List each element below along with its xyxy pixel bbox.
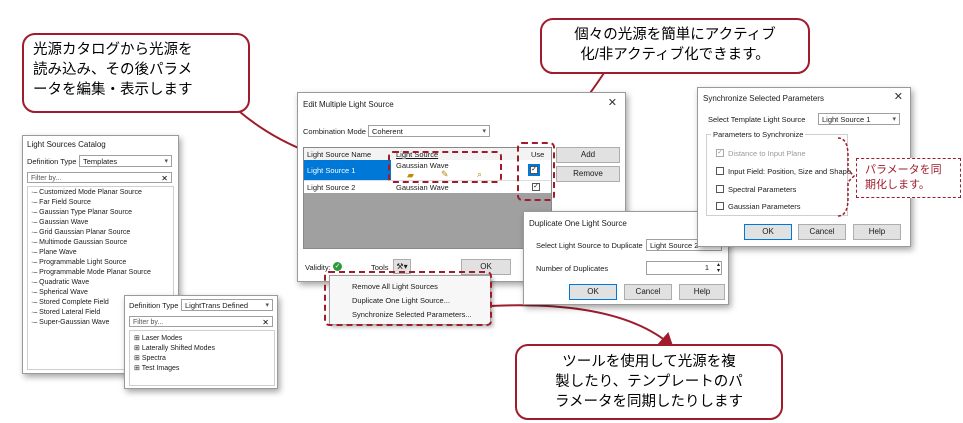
tree-item[interactable]: ·– Plane Wave [31, 249, 77, 256]
tree-folder[interactable]: ⊞ Laterally Shifted Modes [134, 344, 215, 352]
duplicate-number-label: Number of Duplicates [536, 264, 609, 273]
duplicate-select-label: Select Light Source to Duplicate [536, 241, 643, 250]
tree-item[interactable]: ·– Multimode Gaussian Source [31, 239, 127, 246]
add-button[interactable]: Add [556, 147, 620, 163]
col-name-header[interactable]: Light Source Name [307, 150, 371, 159]
param-checkbox[interactable] [716, 202, 724, 210]
tree-item[interactable]: ·– Stored Lateral Field [31, 309, 100, 316]
tree-item[interactable]: ·– Super-Gaussian Wave [31, 319, 109, 326]
callout-toggle-line2: 化/非アクティブ化できます。 [580, 47, 770, 63]
callout-catalog-line2: 読み込み、その後パラメ [33, 62, 193, 78]
callout-tools-line2: 製したり、テンプレートのパ [555, 374, 743, 390]
param-checkbox[interactable]: ✓ [716, 149, 724, 157]
tree-item[interactable]: ·– Quadratic Wave [31, 279, 89, 286]
param-label: Spectral Parameters [728, 185, 797, 194]
tree-item[interactable]: ·– Grid Gaussian Planar Source [31, 229, 130, 236]
duplicate-dialog-title: Duplicate One Light Source [529, 219, 627, 228]
close-icon[interactable]: ✕ [608, 96, 617, 109]
tree-folder[interactable]: ⊞ Spectra [134, 354, 166, 362]
duplicate-number-stepper[interactable]: 1 ▴ ▾ [646, 261, 722, 275]
row-name: Light Source 1 [307, 166, 356, 175]
tree-item[interactable]: ·– Gaussian Type Planar Source [31, 209, 132, 216]
tree-item[interactable]: ·– Gaussian Wave [31, 219, 88, 226]
catalog-def-type-label: Definition Type [27, 157, 77, 166]
arrow-tools [489, 304, 674, 348]
catalog2-def-type-label: Definition Type [129, 301, 179, 310]
remove-button[interactable]: Remove [556, 166, 620, 182]
close-icon[interactable]: ✕ [894, 90, 903, 103]
param-checkbox[interactable] [716, 185, 724, 193]
sync-help-button[interactable]: Help [853, 224, 901, 240]
clear-icon[interactable]: ✕ [161, 173, 168, 184]
tree-item[interactable]: ·– Spherical Wave [31, 289, 88, 296]
chevron-down-icon: ▾ [892, 116, 896, 123]
tree-folder[interactable]: ⊞ Test Images [134, 364, 179, 372]
chevron-down-icon: ▾ [265, 302, 269, 309]
highlight-source-tools [388, 151, 502, 183]
sync-template-combo[interactable]: Light Source 1 ▾ [818, 113, 900, 125]
clear-icon[interactable]: ✕ [262, 317, 269, 328]
highlight-use-column [517, 142, 555, 201]
sync-cancel-button[interactable]: Cancel [798, 224, 846, 240]
catalog2-def-type-value: LightTrans Defined [185, 301, 249, 310]
tree-item[interactable]: ·– Programmable Mode Planar Source [31, 269, 151, 276]
sync-group-box: Parameters to Synchronize ✓ Distance to … [706, 130, 851, 216]
sync-template-label: Select Template Light Source [708, 115, 806, 124]
catalog2-filter-input[interactable]: Filter by... ✕ [129, 316, 273, 327]
callout-sync-line2: 期化します。 [865, 179, 930, 191]
sync-bracket [837, 137, 856, 217]
combination-mode-combo[interactable]: Coherent ▾ [368, 125, 490, 137]
duplicate-select-value: Light Source 2 [650, 241, 699, 250]
callout-catalog-line1: 光源カタログから光源を [33, 42, 193, 58]
duplicate-help-button[interactable]: Help [679, 284, 725, 300]
catalog2-tree: ⊞ Laser Modes ⊞ Laterally Shifted Modes … [129, 330, 275, 386]
catalog2-window: Definition Type LightTrans Defined ▾ Fil… [124, 295, 278, 389]
tree-item[interactable]: ·– Programmable Light Source [31, 259, 126, 266]
combination-mode-value: Coherent [372, 127, 403, 136]
callout-tools-line3: ラメータを同期したりします [554, 394, 744, 410]
highlight-tools-menu [324, 271, 492, 326]
duplicate-ok-button[interactable]: OK [569, 284, 617, 300]
catalog-filter-input[interactable]: Filter by... ✕ [27, 172, 172, 183]
combination-mode-label: Combination Mode [303, 127, 366, 136]
sync-dialog-title: Synchronize Selected Parameters [703, 94, 824, 103]
param-checkbox[interactable] [716, 167, 724, 175]
callout-toggle-line1: 個々の光源を簡単にアクティブ [574, 27, 776, 43]
edit-dialog-title: Edit Multiple Light Source [303, 100, 394, 109]
param-label: Distance to Input Plane [728, 149, 806, 158]
param-label: Input Field: Position, Size and Shape [728, 167, 851, 176]
catalog2-filter-placeholder: Filter by... [133, 319, 164, 326]
callout-sync-note: パラメータを同 期化します。 [856, 158, 961, 198]
chevron-down-icon: ▾ [164, 158, 168, 165]
param-label: Gaussian Parameters [728, 202, 801, 211]
tree-item[interactable]: ·– Customized Mode Planar Source [31, 189, 142, 196]
callout-catalog-line3: ータを編集・表示します [33, 82, 193, 98]
duplicate-number-value: 1 [704, 263, 709, 272]
spin-arrows-icon[interactable]: ▴ ▾ [717, 262, 720, 274]
callout-tools: ツールを使用して光源を複 製したり、テンプレートのパ ラメータを同期したりします [515, 344, 783, 420]
chevron-down-icon: ▾ [482, 128, 486, 135]
catalog-title: Light Sources Catalog [27, 140, 106, 149]
catalog2-def-type-combo[interactable]: LightTrans Defined ▾ [181, 299, 273, 311]
sync-ok-button[interactable]: OK [744, 224, 792, 240]
callout-tools-line1: ツールを使用して光源を複 [562, 354, 736, 370]
callout-toggle: 個々の光源を簡単にアクティブ 化/非アクティブ化できます。 [540, 18, 810, 74]
catalog-filter-placeholder: Filter by... [31, 175, 62, 182]
callout-catalog: 光源カタログから光源を 読み込み、その後パラメ ータを編集・表示します [22, 33, 250, 113]
tree-item[interactable]: ·– Stored Complete Field [31, 299, 109, 306]
catalog-def-type-combo[interactable]: Templates ▾ [79, 155, 172, 167]
catalog-def-type-value: Templates [83, 157, 118, 166]
sync-group-label: Parameters to Synchronize [711, 130, 806, 139]
callout-sync-line1: パラメータを同 [865, 164, 942, 176]
tree-folder[interactable]: ⊞ Laser Modes [134, 334, 182, 342]
valid-check-icon: ✓ [333, 262, 342, 271]
row-selected-cell: Light Source 1 [304, 160, 391, 180]
row-name: Light Source 2 [307, 183, 356, 192]
tree-item[interactable]: ·– Far Field Source [31, 199, 91, 206]
row-source: Gaussian Wave [396, 183, 449, 192]
duplicate-cancel-button[interactable]: Cancel [624, 284, 672, 300]
sync-template-value: Light Source 1 [822, 115, 871, 124]
